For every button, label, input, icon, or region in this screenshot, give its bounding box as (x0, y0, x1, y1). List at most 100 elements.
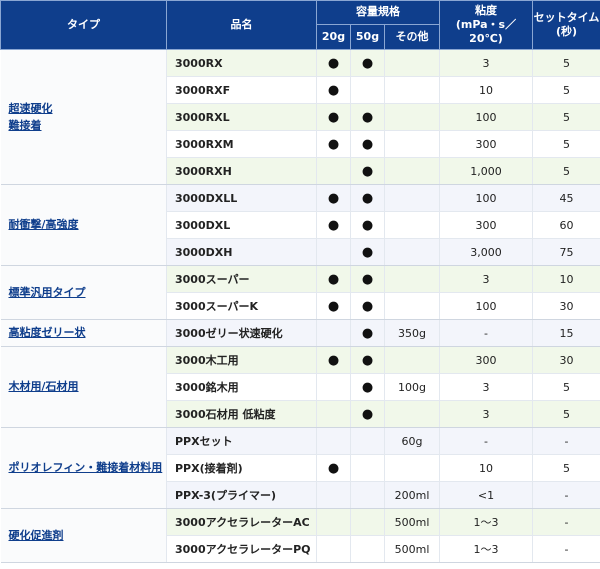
product-name: 3000スーパー (166, 265, 317, 293)
type-label: 標準汎用タイプ (8, 285, 86, 299)
cap-20g-cell-value: ● (327, 190, 340, 206)
cap-20g-cell-value: ● (327, 217, 340, 233)
cap-20g-cell: ● (316, 103, 351, 131)
type-link[interactable]: 高粘度ゼリー状 (0, 319, 167, 347)
settime-cell-value: - (564, 542, 569, 556)
cap-20g-cell (316, 535, 351, 563)
cap-other-cell: 200ml (384, 481, 440, 509)
type-label: 木材用/石材用 (8, 380, 79, 394)
cap-50g-cell-value: ● (361, 244, 374, 260)
table-header: タイプ 品名 容量規格 粘度 (mPa・s／20℃) セットタイム (秒) 20… (0, 0, 600, 50)
header-cap-other: その他 (384, 24, 440, 50)
cap-20g-cell: ● (316, 76, 351, 104)
cap-other-cell-value: 500ml (394, 542, 430, 556)
cap-other-cell (384, 76, 440, 104)
settime-cell-value: 30 (559, 353, 574, 367)
cap-20g-cell: ● (316, 454, 351, 482)
product-name-value: PPX-3(プライマー) (175, 489, 276, 502)
viscosity-cell-value: <1 (477, 488, 495, 502)
header-settime-line2: (秒) (555, 25, 578, 38)
type-link[interactable]: 標準汎用タイプ (0, 265, 167, 320)
type-link[interactable]: 超速硬化 難接着 (0, 49, 167, 185)
settime-cell: 30 (532, 292, 600, 320)
cap-20g-cell-value: ● (327, 109, 340, 125)
settime-cell-value: 75 (559, 245, 574, 259)
cap-50g-cell (350, 427, 385, 455)
product-name: 3000石材用 低粘度 (166, 400, 317, 428)
cap-50g-cell (350, 76, 385, 104)
cap-other-cell-value: 100g (398, 380, 426, 394)
product-name-value: 3000RXH (175, 164, 232, 178)
settime-cell: - (532, 427, 600, 455)
product-name-value: 3000RXM (175, 137, 234, 151)
cap-other-cell (384, 130, 440, 158)
cap-20g-cell: ● (316, 265, 351, 293)
cap-50g-cell-value: ● (361, 217, 374, 233)
cap-50g-cell-value: ● (361, 190, 374, 206)
viscosity-cell-value: 3 (482, 272, 490, 286)
header-name: 品名 (166, 0, 317, 50)
viscosity-cell: - (439, 319, 533, 347)
header-viscosity-line2: (mPa・s／20℃) (455, 17, 517, 46)
cap-other-cell (384, 211, 440, 239)
product-name: 3000DXLL (166, 184, 317, 212)
viscosity-cell: - (439, 427, 533, 455)
cap-20g-cell: ● (316, 49, 351, 77)
viscosity-cell-value: 1〜3 (473, 543, 499, 556)
header-viscosity-line1: 粘度 (475, 3, 497, 17)
viscosity-cell: 3 (439, 373, 533, 401)
cap-20g-cell-value: ● (327, 55, 340, 71)
cap-20g-cell: ● (316, 130, 351, 158)
product-name-value: 3000アクセラレーターAC (175, 516, 310, 529)
product-name: 3000RXF (166, 76, 317, 104)
settime-cell: 5 (532, 49, 600, 77)
cap-20g-cell-value: ● (327, 271, 340, 287)
table-row: 耐衝撃/高強度 3000DXLL ● ● 100 45 (0, 184, 600, 266)
viscosity-cell-value: 100 (475, 299, 497, 313)
viscosity-cell: 100 (439, 292, 533, 320)
product-name: 3000RX (166, 49, 317, 77)
product-name: 3000スーパーK (166, 292, 317, 320)
type-link[interactable]: 硬化促進剤 (0, 508, 167, 563)
header-viscosity: 粘度 (mPa・s／20℃) (439, 0, 533, 50)
cap-20g-cell-value: ● (327, 298, 340, 314)
cap-50g-cell (350, 508, 385, 536)
cap-other-cell (384, 346, 440, 374)
cap-other-cell (384, 157, 440, 185)
cap-50g-cell: ● (350, 49, 385, 77)
product-name: PPXセット (166, 427, 317, 455)
product-name-value: 3000銘木用 (175, 381, 239, 394)
viscosity-cell: 10 (439, 76, 533, 104)
cap-20g-cell (316, 400, 351, 428)
viscosity-cell: 3 (439, 49, 533, 77)
type-link[interactable]: ポリオレフィン・難接着材料用 (0, 427, 167, 509)
cap-other-cell-value: 350g (398, 326, 426, 340)
settime-cell: 60 (532, 211, 600, 239)
cap-other-cell (384, 454, 440, 482)
cap-20g-cell (316, 157, 351, 185)
cap-50g-cell: ● (350, 265, 385, 293)
type-label: 高粘度ゼリー状 (8, 326, 86, 340)
cap-other-cell (384, 265, 440, 293)
type-link[interactable]: 木材用/石材用 (0, 346, 167, 428)
type-link[interactable]: 耐衝撃/高強度 (0, 184, 167, 266)
cap-20g-cell-value: ● (327, 352, 340, 368)
product-name: 3000RXH (166, 157, 317, 185)
settime-cell-value: 15 (559, 326, 574, 340)
header-cap-50g: 50g (350, 24, 385, 50)
product-name: 3000RXL (166, 103, 317, 131)
viscosity-cell: 10 (439, 454, 533, 482)
cap-other-cell-value: 500ml (394, 515, 430, 529)
cap-50g-cell: ● (350, 157, 385, 185)
cap-other-cell (384, 400, 440, 428)
viscosity-cell: 300 (439, 211, 533, 239)
cap-50g-cell: ● (350, 184, 385, 212)
cap-other-cell: 500ml (384, 508, 440, 536)
cap-20g-cell (316, 427, 351, 455)
settime-cell: 5 (532, 454, 600, 482)
settime-cell-value: 30 (559, 299, 574, 313)
settime-cell: 5 (532, 76, 600, 104)
viscosity-cell: 3 (439, 400, 533, 428)
viscosity-cell: 1〜3 (439, 535, 533, 563)
product-spec-table: タイプ 品名 容量規格 粘度 (mPa・s／20℃) セットタイム (秒) 20… (0, 0, 600, 563)
